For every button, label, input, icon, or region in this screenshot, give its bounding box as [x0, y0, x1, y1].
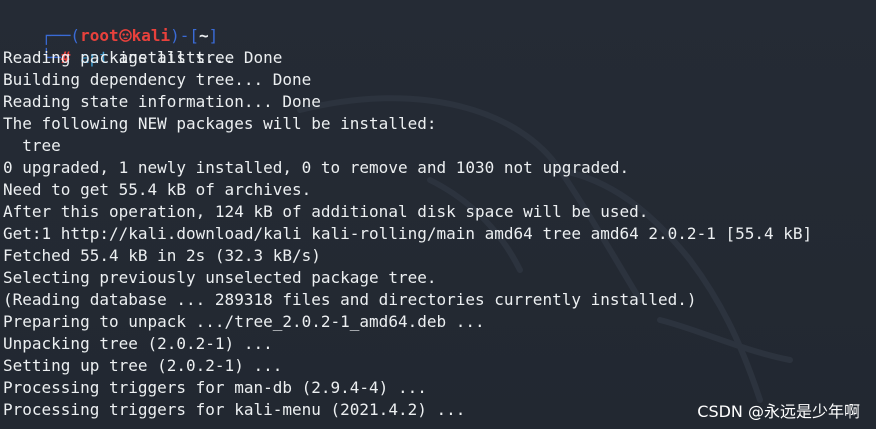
output-line: tree — [3, 136, 61, 155]
output-line: Fetched 55.4 kB in 2s (32.3 kB/s) — [3, 246, 321, 265]
output-line: The following NEW packages will be insta… — [3, 114, 437, 133]
output-line: Reading state information... Done — [3, 92, 321, 111]
output-line: Get:1 http://kali.download/kali kali-rol… — [3, 224, 813, 243]
output-line: Building dependency tree... Done — [3, 70, 312, 89]
output-line: Selecting previously unselected package … — [3, 268, 437, 287]
output-line: (Reading database ... 289318 files and d… — [3, 290, 697, 309]
output-line: Processing triggers for kali-menu (2021.… — [3, 400, 466, 419]
csdn-watermark: CSDN @永远是少年啊 — [697, 402, 860, 421]
output-line: After this operation, 124 kB of addition… — [3, 202, 649, 221]
output-line: Need to get 55.4 kB of archives. — [3, 180, 312, 199]
output-line: 0 upgraded, 1 newly installed, 0 to remo… — [3, 158, 630, 177]
output-line: Reading package lists... Done — [3, 48, 283, 67]
output-line: Setting up tree (2.0.2-1) ... — [3, 356, 283, 375]
output-line: Unpacking tree (2.0.2-1) ... — [3, 334, 273, 353]
output-line: Processing triggers for man-db (2.9.4-4)… — [3, 378, 427, 397]
output-line: Preparing to unpack .../tree_2.0.2-1_amd… — [3, 312, 485, 331]
prompt-header-line: ┌──(root kali)-[~] — [3, 3, 219, 45]
command-line: └─# apt install tree — [3, 25, 235, 67]
terminal-window[interactable]: ┌──(root kali)-[~] └─# apt install tree R… — [0, 0, 876, 429]
